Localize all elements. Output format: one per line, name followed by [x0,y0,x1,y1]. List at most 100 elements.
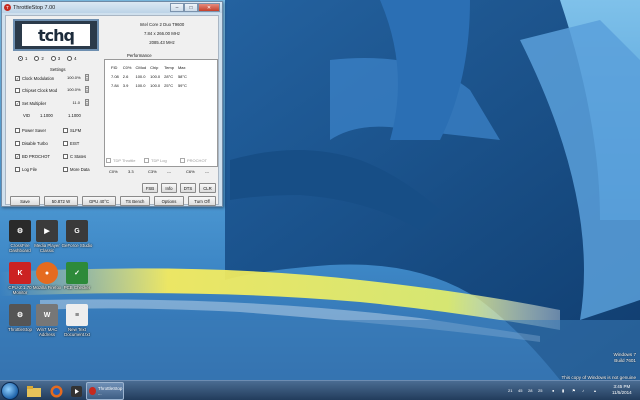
turn-off-button[interactable]: Turn Off [188,196,216,206]
desktop-icon-geforce[interactable]: G GeForce Studio [59,220,95,248]
fsb-button[interactable]: FSB [142,183,158,193]
bd-prochot-checkbox[interactable]: ✓ BD PROCHOT [15,154,50,159]
col-temp: Temp [164,65,174,70]
throttlestop-icon [89,387,96,395]
tray-flag-icon[interactable]: ⚑ [572,388,576,393]
set-multiplier-checkbox[interactable]: ✓ Set Multiplier [15,101,46,106]
power-readout-button[interactable]: 50.872 W [44,196,78,206]
firefox-icon: ● [36,262,58,284]
profile-selector: 1 2 3 4 [18,56,77,61]
set-multiplier-spinner[interactable]: ▴ ▾ [85,99,89,106]
active-task-label: ThrottleStop ... [97,386,123,396]
col-fid: FID [111,65,118,70]
clr-button[interactable]: CLR [199,183,216,193]
logo-text: tchq [22,24,90,46]
tchq-logo: tchq [13,19,99,51]
tray-arrow-icon[interactable]: ▴ [594,388,596,393]
c3-value: --- [167,169,171,174]
profile-radio-2[interactable]: 2 [34,56,44,61]
cpu-info: Intel Core 2 Duo T9600 7.84 x 266.00 MHz… [106,20,218,47]
win7-mac-icon: W [36,304,58,326]
desktop-icon-text-document[interactable]: ≡ New Text Document.txt [59,304,95,337]
table-header-row: FID C0% CMod Chip Temp Max [109,63,189,72]
media-taskbar-icon[interactable] [66,382,86,400]
log-file-checkbox[interactable]: Log File [15,167,37,172]
power-saver-checkbox[interactable]: Power Saver [15,128,46,133]
slfm-checkbox[interactable]: SLFM [63,128,81,133]
gpu-temp-button[interactable]: GPU 40°C [82,196,116,206]
maximize-button[interactable]: □ [184,3,198,12]
firefox-icon [50,385,62,397]
tdp-log-checkbox[interactable]: TDP Log [144,158,167,163]
tray-speaker-icon[interactable]: ♪ [582,388,584,393]
vid-value-a: 1.1000 [40,113,53,118]
explorer-taskbar-icon[interactable] [24,382,44,400]
title-bar[interactable]: T ThrottleStop 7.00 – □ ✕ [2,2,222,13]
start-button[interactable] [1,382,19,400]
media-player-icon: ▶ [36,220,58,242]
col-c0: C0% [122,65,132,70]
c6-value: --- [205,169,209,174]
profile-radio-4[interactable]: 4 [67,56,77,61]
window-title: ThrottleStop 7.00 [13,4,56,11]
pcb-checker-icon: ✓ [66,262,88,284]
watermark-os: Windows 7 [613,352,636,357]
text-document-icon: ≡ [66,304,88,326]
window-client: tchq Intel Core 2 Duo T9600 7.84 x 266.0… [5,15,219,206]
eist-checkbox[interactable]: EIST [63,141,79,146]
col-chip: Chip [150,65,159,70]
table-row: 7.08 2.6 100.0 100.0 28°C 58°C [111,74,187,79]
vid-value-b: 1.1000 [68,113,81,118]
clock-date: 11/5/2014 [612,390,632,395]
media-player-icon [70,385,82,397]
taskbar: ThrottleStop ... 21 45 28 25 ● ▮ ⚑ ♪ ▴ 3… [0,380,640,400]
profile-radio-3[interactable]: 3 [50,56,60,61]
desktop-icon-pcb-checker[interactable]: ✓ PCB Checker [59,262,95,290]
minimize-button[interactable]: – [170,3,184,12]
performance-label: Performance [127,53,152,58]
tray-warning-icon[interactable]: ● [552,388,554,393]
c-states-checkbox[interactable]: C States [63,154,86,159]
more-data-checkbox[interactable]: More Data [63,167,90,172]
info-button[interactable]: Info [161,183,177,193]
profile-radio-1[interactable]: 1 [18,56,27,61]
settings-label: Settings [50,67,66,72]
tdp-throttle-flag: TDP Throttle [106,158,136,163]
performance-table: FID C0% CMod Chip Temp Max 7.08 2.6 100.… [109,63,189,90]
disable-turbo-checkbox[interactable]: Disable Turbo [15,141,48,146]
dts-button[interactable]: DTS [180,183,196,193]
c6-label: C6% [186,169,195,174]
prochot-flag: PROCHOT [180,158,207,163]
options-button[interactable]: Options [154,196,184,206]
close-button[interactable]: ✕ [198,3,220,12]
chipset-clock-mod-checkbox[interactable]: Chipset Clock Mod [15,88,57,93]
tray-readout-1: 21 [508,388,513,393]
crossfire-icon: ⚙ [9,220,31,242]
cpu-multiplier: 7.84 x 266.00 MHz [143,31,181,36]
c3-label: C3% [148,169,157,174]
throttlestop-window: T ThrottleStop 7.00 – □ ✕ tchq Intel Cor… [1,1,223,207]
save-button[interactable]: Save [10,196,40,206]
firefox-taskbar-icon[interactable] [46,382,66,400]
tray-network-icon[interactable]: ▮ [562,388,564,393]
clock-modulation-checkbox[interactable]: ✓ Clock Modulation [15,76,54,81]
throttlestop-taskbar-button[interactable]: ThrottleStop ... [86,382,124,400]
throttlestop-shortcut-icon: ⚙ [9,304,31,326]
ts-bench-button[interactable]: TS Bench [120,196,150,206]
c0-label: C0% [109,169,118,174]
tray-readout-3: 28 [528,388,533,393]
taskbar-clock[interactable]: 3:45 PM 11/5/2014 [612,384,632,396]
chipset-clock-mod-spinner[interactable]: ▴ ▾ [85,86,89,93]
performance-panel: FID C0% CMod Chip Temp Max 7.08 2.6 100.… [104,59,218,167]
set-multiplier-value: 11.0 [72,100,81,105]
chipset-clock-mod-value: 100.0% [67,87,81,92]
cpu-speed: 2085.43 MHz [149,40,175,45]
throttlestop-icon: T [4,4,11,11]
col-cmod: CMod [135,65,147,70]
folder-icon [27,385,41,397]
clock-modulation-spinner[interactable]: ▴ ▾ [85,74,89,81]
col-max: Max [177,65,186,70]
tray-readout-2: 45 [518,388,523,393]
clock-modulation-value: 100.0% [67,75,81,80]
c0-value: 3.3 [128,169,134,174]
